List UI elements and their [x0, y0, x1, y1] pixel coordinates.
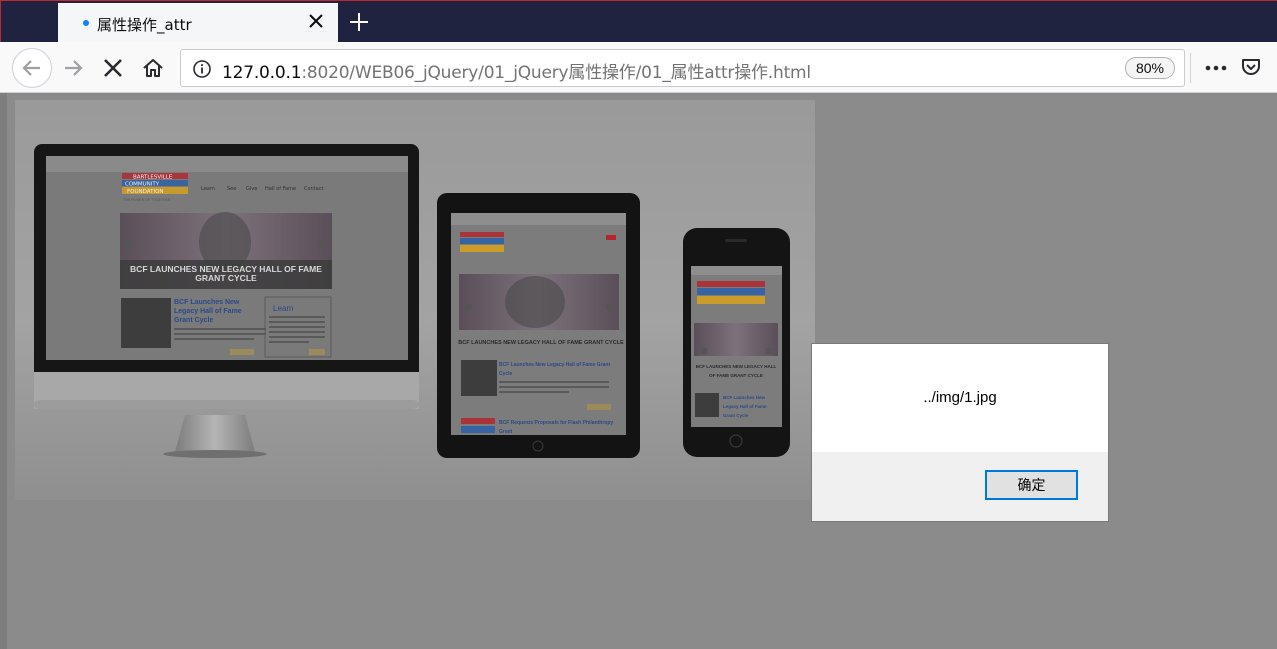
logo-line2: COMMUNITY [125, 182, 160, 188]
close-icon[interactable] [306, 11, 326, 31]
dialog-body: ../img/1.jpg [812, 344, 1108, 452]
home-button[interactable] [133, 48, 173, 88]
phone-device: BCF LAUNCHES NEW LEGACY HALL OF FAME GRA… [683, 228, 790, 457]
info-icon[interactable] [192, 59, 212, 79]
forward-button[interactable] [53, 48, 93, 88]
site-nav-contact: Contact [304, 186, 323, 192]
url-path: :8020/WEB06_jQuery/01_jQuery属性操作/01_属性at… [301, 63, 811, 83]
site-nav-see: See [227, 186, 236, 192]
back-button[interactable] [12, 48, 52, 88]
pocket-icon[interactable] [1240, 56, 1262, 78]
address-bar[interactable]: 127.0.0.1:8020/WEB06_jQuery/01_jQuery属性操… [180, 49, 1185, 87]
navigation-toolbar: 127.0.0.1:8020/WEB06_jQuery/01_jQuery属性操… [0, 42, 1277, 93]
svg-text:BCF Launches New: BCF Launches New [174, 299, 240, 306]
alert-dialog: ../img/1.jpg 确定 [811, 343, 1109, 522]
home-icon [143, 59, 163, 77]
tab-title: 属性操作_attr [97, 16, 192, 34]
site-nav-learn: Learn [201, 186, 215, 192]
logo-tagline: THE POWER OF TOGETHER [122, 198, 171, 202]
zoom-indicator[interactable]: 80% [1125, 57, 1175, 79]
svg-text:Legacy Hall of Fame: Legacy Hall of Fame [723, 404, 767, 409]
svg-text:Grant Cycle: Grant Cycle [174, 317, 213, 324]
svg-text:Legacy Hall of Fame: Legacy Hall of Fame [174, 308, 242, 315]
tablet-device: BCF LAUNCHES NEW LEGACY HALL OF FAME GRA… [437, 193, 640, 458]
stop-icon [104, 59, 122, 77]
svg-text:OF FAME GRANT CYCLE: OF FAME GRANT CYCLE [709, 373, 763, 378]
svg-text:Grant Cycle: Grant Cycle [723, 413, 749, 418]
tab-bar: 属性操作_attr [0, 0, 1277, 43]
back-arrow-icon [22, 60, 40, 76]
forward-arrow-icon [65, 60, 83, 76]
toolbar-separator [1190, 53, 1191, 83]
svg-text:Cycle: Cycle [499, 371, 513, 377]
ok-button[interactable]: 确定 [985, 470, 1078, 500]
browser-tab[interactable]: 属性操作_attr [58, 3, 338, 43]
svg-text:BCF LAUNCHES NEW LEGACY HALL: BCF LAUNCHES NEW LEGACY HALL [696, 364, 777, 369]
url-text: 127.0.0.1:8020/WEB06_jQuery/01_jQuery属性操… [222, 58, 811, 83]
devices-image: BARTLESVILLE COMMUNITY FOUNDATION THE PO… [15, 100, 815, 500]
svg-text:BCF Requests Proposals for Fla: BCF Requests Proposals for Flash Philant… [499, 420, 613, 426]
url-host: 127.0.0.1 [222, 63, 302, 83]
logo-line3: FOUNDATION [127, 189, 164, 195]
svg-text:BCF Launches New Legacy Hall o: BCF Launches New Legacy Hall of Fame Gra… [499, 362, 610, 368]
more-icon[interactable] [1203, 58, 1229, 78]
logo-line1: BARTLESVILLE [133, 175, 173, 181]
plus-icon[interactable] [347, 10, 371, 34]
svg-text:Grant: Grant [499, 429, 513, 435]
learn-heading: Learn [273, 304, 293, 313]
svg-text:BCF LAUNCHES NEW LEGACY HALL O: BCF LAUNCHES NEW LEGACY HALL OF FAME GRA… [458, 340, 624, 346]
site-nav-hall: Hall of Fame [265, 186, 296, 192]
dialog-message: ../img/1.jpg [923, 389, 997, 406]
site-nav-give: Give [246, 186, 257, 192]
svg-text:BCF Launches New: BCF Launches New [723, 395, 766, 400]
svg-text:GRANT CYCLE: GRANT CYCLE [195, 273, 257, 283]
loading-dot-icon [83, 20, 89, 26]
stop-button[interactable] [93, 48, 133, 88]
